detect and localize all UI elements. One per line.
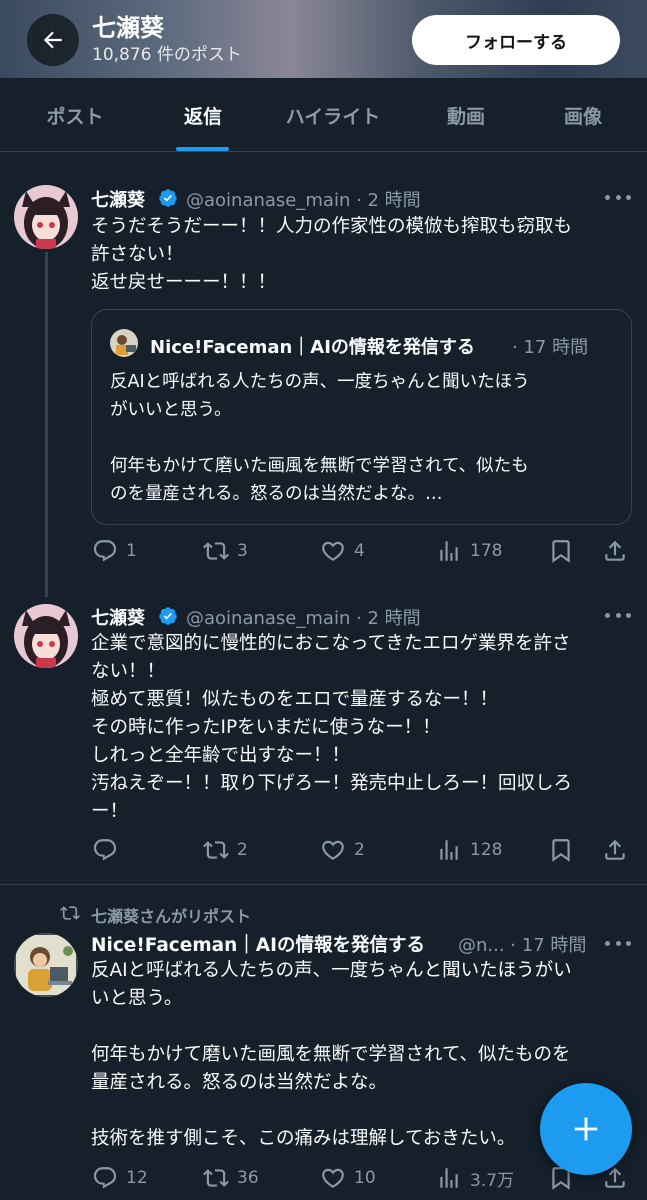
tab-highlights[interactable]: ハイライト bbox=[258, 78, 408, 152]
like-count: 10 bbox=[354, 1168, 376, 1188]
back-button[interactable] bbox=[27, 14, 79, 66]
bookmark-icon bbox=[552, 839, 570, 862]
repost-button[interactable]: 36 bbox=[203, 1165, 259, 1191]
reposted-by-label[interactable]: 七瀬葵さんがリポスト bbox=[91, 903, 251, 927]
repost-button[interactable]: 3 bbox=[203, 538, 248, 564]
reply-button[interactable]: 1 bbox=[92, 538, 137, 564]
reply-button[interactable]: 12 bbox=[92, 1165, 148, 1191]
quoted-text: 反AIと呼ばれる人たちの声、一度ちゃんと聞いたほう がいいと思う。 何年もかけて… bbox=[110, 372, 530, 504]
tweet-text: 企業で意図的に慢性的におこなってきたエロゲ業界を許さ ない！！ 極めて悪質！似た… bbox=[91, 633, 573, 822]
tab-replies[interactable]: 返信 bbox=[128, 78, 278, 152]
tweet-divider bbox=[0, 884, 647, 885]
like-button[interactable]: 10 bbox=[320, 1165, 376, 1191]
profile-header: 七瀬葵 10,876 件のポスト フォローする bbox=[0, 0, 647, 78]
like-button[interactable]: 2 bbox=[320, 837, 365, 863]
profile-tabs: ポスト 返信 ハイライト 動画 画像 bbox=[0, 78, 647, 152]
author-name[interactable]: 七瀬葵 bbox=[91, 186, 145, 212]
repost-icon bbox=[203, 841, 229, 859]
bookmark-button[interactable] bbox=[548, 837, 574, 863]
like-button[interactable]: 4 bbox=[320, 538, 365, 564]
avatar[interactable] bbox=[14, 185, 78, 249]
tweet-text: そうだそうだーー！！人力の作家性の模倣も搾取も窃取も 許さない！ 返せ戻せーーー… bbox=[91, 216, 573, 293]
more-options-icon[interactable] bbox=[605, 192, 631, 202]
repost-count: 3 bbox=[237, 541, 248, 561]
like-count: 2 bbox=[354, 840, 365, 860]
thread-connector bbox=[45, 252, 48, 597]
heart-icon bbox=[322, 541, 344, 561]
repost-icon bbox=[203, 1169, 229, 1187]
tab-images[interactable]: 画像 bbox=[508, 78, 647, 152]
share-button[interactable] bbox=[602, 837, 628, 863]
avatar-image bbox=[14, 933, 78, 997]
heart-icon bbox=[322, 1168, 344, 1188]
share-button[interactable] bbox=[602, 538, 628, 564]
reply-count: 1 bbox=[126, 541, 137, 561]
view-count: 3.7万 bbox=[470, 1170, 515, 1191]
follow-button[interactable]: フォローする bbox=[412, 15, 620, 65]
view-count: 178 bbox=[470, 541, 503, 561]
author-name[interactable]: 七瀬葵 bbox=[91, 604, 145, 630]
more-options-icon[interactable] bbox=[605, 938, 631, 948]
share-icon bbox=[605, 839, 625, 860]
views-icon bbox=[440, 840, 458, 860]
verified-badge-icon bbox=[159, 607, 177, 625]
reply-icon bbox=[93, 839, 117, 861]
plus-icon bbox=[574, 1117, 598, 1141]
author-handle-time: @aoinanase_main · 2 時間 bbox=[186, 190, 421, 211]
author-handle-time: @aoinanase_main · 2 時間 bbox=[186, 608, 421, 629]
share-icon bbox=[605, 540, 625, 561]
views-button[interactable]: 128 bbox=[436, 837, 502, 863]
quoted-avatar bbox=[110, 329, 138, 357]
views-icon bbox=[440, 541, 458, 561]
view-count: 128 bbox=[470, 840, 503, 860]
reply-count: 12 bbox=[126, 1168, 148, 1188]
avatar-image bbox=[14, 604, 78, 668]
views-icon bbox=[440, 1168, 458, 1188]
tweet-text: 反AIと呼ばれる人たちの声、一度ちゃんと聞いたほうがい いと思う。 何年もかけて… bbox=[91, 960, 572, 1149]
compose-button[interactable] bbox=[540, 1083, 632, 1175]
post-count: 10,876 件のポスト bbox=[92, 45, 242, 65]
reply-button[interactable] bbox=[92, 837, 126, 863]
profile-name: 七瀬葵 bbox=[92, 14, 164, 42]
like-count: 4 bbox=[354, 541, 365, 561]
author-name[interactable]: Nice!Faceman｜AIの情報を発信する bbox=[91, 931, 425, 957]
repost-count: 2 bbox=[237, 840, 248, 860]
repost-count: 36 bbox=[237, 1168, 259, 1188]
quoted-author-name: Nice!Faceman｜AIの情報を発信する bbox=[150, 337, 475, 358]
reply-icon bbox=[93, 1167, 117, 1189]
more-options-icon[interactable] bbox=[605, 610, 631, 620]
views-button[interactable]: 3.7万 bbox=[436, 1165, 514, 1191]
reply-icon bbox=[93, 540, 117, 562]
avatar[interactable] bbox=[14, 933, 78, 997]
bookmark-button[interactable] bbox=[548, 538, 574, 564]
repost-indicator-icon bbox=[60, 906, 80, 920]
active-tab-indicator bbox=[176, 147, 229, 151]
author-handle-time: @n... · 17 時間 bbox=[458, 935, 587, 956]
avatar[interactable] bbox=[14, 604, 78, 668]
avatar-image bbox=[14, 185, 78, 249]
repost-button[interactable]: 2 bbox=[203, 837, 248, 863]
heart-icon bbox=[322, 840, 344, 860]
views-button[interactable]: 178 bbox=[436, 538, 502, 564]
repost-icon bbox=[203, 542, 229, 560]
verified-badge-icon bbox=[159, 189, 177, 207]
arrow-left-icon bbox=[43, 31, 62, 49]
quoted-time: · 17 時間 bbox=[512, 337, 589, 358]
quoted-avatar-image bbox=[110, 329, 138, 357]
bookmark-icon bbox=[552, 540, 570, 563]
